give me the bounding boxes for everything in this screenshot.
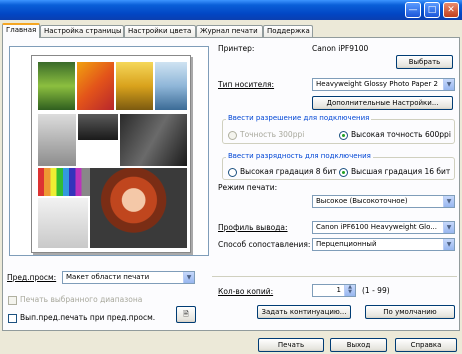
tab-label: Настройка страницы <box>44 27 122 35</box>
title-bar: — □ ✕ <box>0 0 462 20</box>
exit-button[interactable]: Выход <box>330 338 387 352</box>
preview-mode-select[interactable]: Макет области печати ▼ <box>62 271 195 284</box>
preview-photo-architecture <box>38 114 76 166</box>
gradation-group-title: Ввести разрядность для подключения <box>226 152 373 161</box>
printer-label: Принтер: <box>218 44 255 53</box>
output-profile-select[interactable]: Canon iPF6100 Heavyweight Glo... ▼ <box>312 221 455 234</box>
matching-method-label: Способ сопоставления: <box>218 240 311 249</box>
chevron-down-icon: ▼ <box>443 196 454 207</box>
resolution-300-label: Точность 300ppi <box>240 130 305 139</box>
chevron-down-icon: ▼ <box>183 272 194 283</box>
preview-photo-portrait <box>90 168 187 248</box>
resolution-600-label: Высокая точность 600ppi <box>351 130 451 139</box>
preview-mode-label: Пред.просм: <box>7 273 57 282</box>
tab-label: Настройки цвета <box>128 27 192 35</box>
spin-arrows-icon[interactable]: ▲ ▼ <box>344 285 355 296</box>
tab-main[interactable]: Главная <box>2 23 40 38</box>
matching-method-value: Перцепционный <box>316 240 377 248</box>
preview-color-chart <box>38 168 90 196</box>
chevron-down-icon: ▼ <box>443 222 454 233</box>
output-profile-label: Профиль вывода: <box>218 223 288 232</box>
print-button[interactable]: Печать <box>258 338 324 352</box>
print-mode-select[interactable]: Высокое (Высокоточное) ▼ <box>312 195 455 208</box>
print-after-preview-checkbox[interactable] <box>8 314 17 323</box>
preview-photo-yellow <box>116 62 153 110</box>
set-contents-button[interactable]: Задать континуацию... <box>257 305 351 319</box>
media-type-label: Тип носителя: <box>218 80 275 89</box>
matching-method-select[interactable]: Перцепционный ▼ <box>312 238 455 251</box>
defaults-button[interactable]: По умолчанию <box>365 305 455 319</box>
preview-photo-bw <box>78 114 118 140</box>
resolution-300-radio[interactable] <box>228 131 237 140</box>
tab-support[interactable]: Поддержка <box>263 25 313 37</box>
print-mode-label: Режим печати: <box>218 183 278 192</box>
select-printer-button[interactable]: Выбрать <box>396 55 453 69</box>
media-type-value: Heavyweight Glossy Photo Paper 2 <box>316 80 438 88</box>
print-preview <box>9 46 209 256</box>
close-icon[interactable]: ✕ <box>443 2 459 18</box>
preview-mode-value: Макет области печати <box>66 273 150 281</box>
tab-print-log[interactable]: Журнал печати <box>196 25 263 37</box>
print-selected-range-checkbox[interactable] <box>8 296 17 305</box>
tab-color-settings[interactable]: Настройки цвета <box>124 25 196 37</box>
separator <box>212 276 457 277</box>
gradation-16bit-label: Высшая градация 16 бит <box>351 167 451 176</box>
advanced-settings-button[interactable]: Дополнительные Настройки... <box>312 96 453 110</box>
tab-page-setup[interactable]: Настройка страницы <box>40 25 124 37</box>
preview-photo-forest <box>38 62 75 110</box>
gradation-8bit-radio[interactable] <box>228 168 237 177</box>
preview-sheet <box>31 55 191 253</box>
gradation-8bit-label: Высокая градация 8 бит <box>240 167 337 176</box>
print-mode-value: Высокое (Высокоточное) <box>316 197 408 205</box>
tab-label: Журнал печати <box>200 27 258 35</box>
tab-label: Поддержка <box>267 27 310 35</box>
chevron-down-icon: ▼ <box>443 239 454 250</box>
media-type-select[interactable]: Heavyweight Glossy Photo Paper 2 ▼ <box>312 78 455 91</box>
copies-range: (1 - 99) <box>362 286 390 295</box>
preview-photo-ice <box>155 62 187 110</box>
maximize-icon[interactable]: □ <box>424 2 440 18</box>
printer-name: Canon iPF9100 <box>312 44 369 53</box>
chevron-down-icon: ▼ <box>443 79 454 90</box>
preview-photo-flowers <box>77 62 114 110</box>
preview-photo-bicycle <box>38 198 88 248</box>
print-selected-range-label: Печать выбранного диапазона <box>20 295 143 304</box>
page-tool-icon: 🗎 <box>183 310 189 318</box>
preview-photo-camera <box>120 114 187 166</box>
help-button[interactable]: Справка <box>395 338 457 352</box>
preview-tool-button[interactable]: 🗎 <box>176 306 196 323</box>
tab-label: Главная <box>6 26 37 34</box>
resolution-group-title: Ввести разрешение для подключения <box>226 114 372 123</box>
print-after-preview-label: Вып.пред.печать при пред.просм. <box>20 313 156 322</box>
copies-label: Кол-во копий: <box>218 287 274 296</box>
gradation-16bit-radio[interactable] <box>339 168 348 177</box>
copies-value: 1 <box>336 286 341 294</box>
resolution-600-radio[interactable] <box>339 131 348 140</box>
minimize-icon[interactable]: — <box>405 2 421 18</box>
output-profile-value: Canon iPF6100 Heavyweight Glo... <box>316 223 437 231</box>
copies-input[interactable]: 1 ▲ ▼ <box>312 284 356 297</box>
